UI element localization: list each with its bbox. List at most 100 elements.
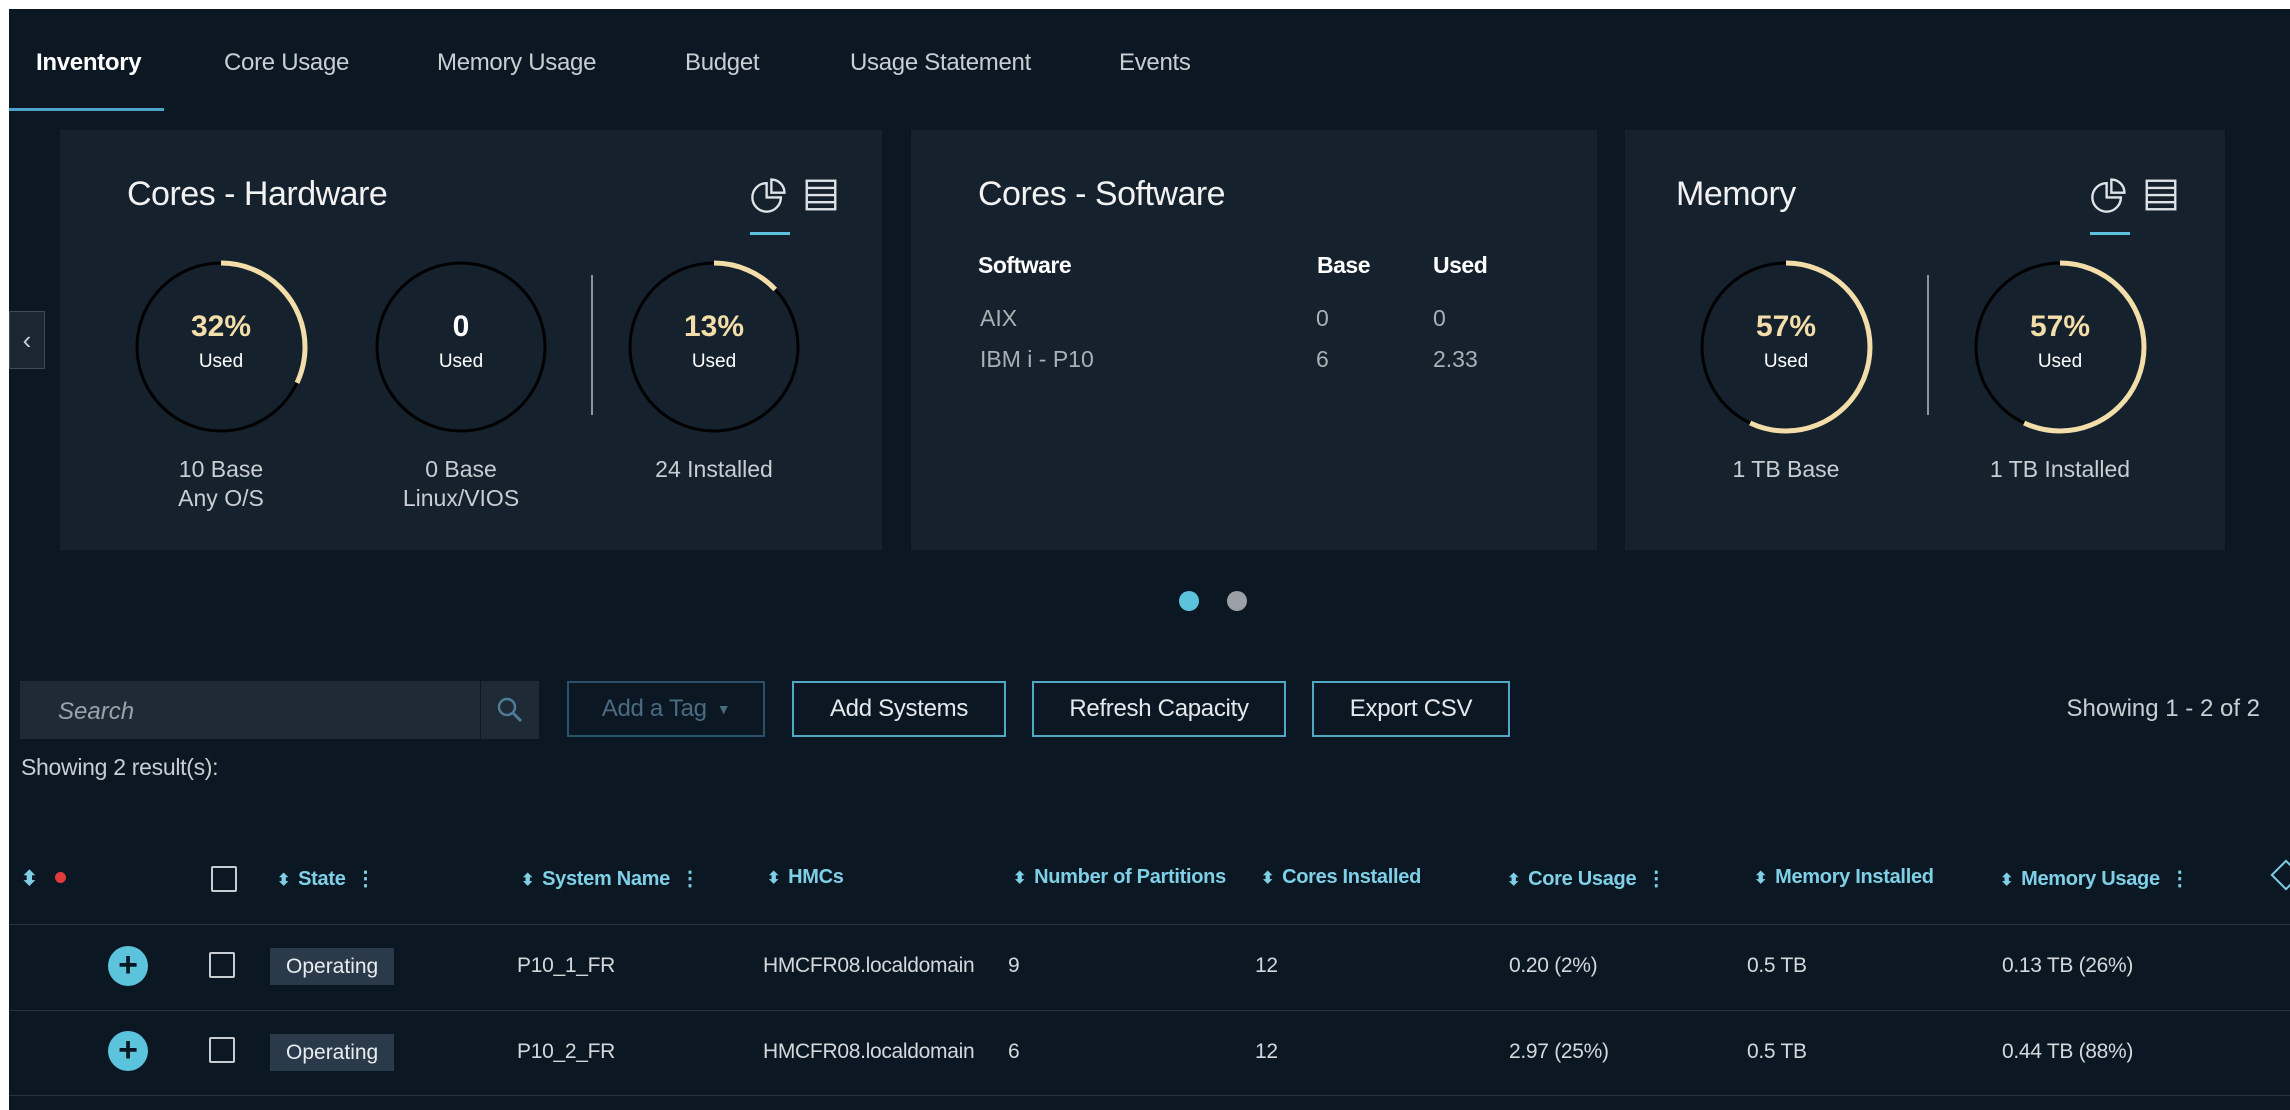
gauge-caption: 1 TB Base <box>1686 455 1886 484</box>
gauge-installed: 13% Used <box>624 257 804 437</box>
refresh-capacity-button[interactable]: Refresh Capacity <box>1032 681 1286 737</box>
header-core-usage[interactable]: ⬍ Core Usage ⋮ <box>1507 866 1666 891</box>
header-label: Memory Usage <box>2021 868 2160 890</box>
pager-dot-1[interactable] <box>1179 591 1199 611</box>
pager-dot-2[interactable] <box>1227 591 1247 611</box>
gauge-caption: 24 Installed <box>614 455 814 484</box>
cell-memory-installed: 0.5 TB <box>1747 954 1807 977</box>
cell-memory-usage: 0.44 TB (88%) <box>2002 1040 2134 1063</box>
gauge-any-os: 32% Used <box>131 257 311 437</box>
expand-row-button[interactable]: + <box>108 946 148 986</box>
carousel-prev-button[interactable]: ‹ <box>9 311 45 369</box>
gauge-linux-vios: 0 Used <box>371 257 551 437</box>
search-button[interactable] <box>481 681 539 739</box>
sort-icon: ⬍ <box>767 870 781 887</box>
kebab-icon[interactable]: ⋮ <box>356 868 376 890</box>
sort-icon: ⬍ <box>1261 870 1275 887</box>
export-csv-button[interactable]: Export CSV <box>1312 681 1510 737</box>
cell-cores-installed: 12 <box>1255 954 1278 977</box>
sort-icon: ⬍ <box>1754 870 1768 887</box>
caption-line: 10 Base <box>178 456 264 482</box>
status-badge: Operating <box>270 948 395 985</box>
gauge-label: Used <box>691 351 737 372</box>
cell-hmcs: HMCFR08.localdomain <box>763 954 975 977</box>
cell-core-usage: 0.20 (2%) <box>1509 954 1598 977</box>
row-checkbox[interactable] <box>209 1037 235 1063</box>
header-label: Number of Partitions <box>1034 866 1226 888</box>
add-systems-button[interactable]: Add Systems <box>792 681 1006 737</box>
memory-card: Memory 57% Used 1 TB Base 57% Used 1 TB … <box>1625 130 2225 550</box>
add-tag-dropdown[interactable]: Add a Tag ▼ <box>567 681 765 737</box>
chevron-left-icon: ‹ <box>22 324 32 355</box>
software-name: AIX <box>980 305 1018 331</box>
gauge-label: Used <box>1763 351 1809 372</box>
tab-usage-statement[interactable]: Usage Statement <box>850 49 1031 77</box>
tab-budget[interactable]: Budget <box>685 49 760 77</box>
cell-system-name[interactable]: P10_1_FR <box>517 954 615 978</box>
cell-memory-usage: 0.13 TB (26%) <box>2002 954 2134 977</box>
software-base: 0 <box>1316 305 1329 331</box>
gauge-memory-base: 57% Used <box>1696 257 1876 437</box>
card-title: Memory <box>1676 175 1796 213</box>
cell-core-usage: 2.97 (25%) <box>1509 1040 1609 1063</box>
header-label: Cores Installed <box>1282 866 1421 888</box>
pagination-summary: Showing 1 - 2 of 2 <box>2066 695 2260 722</box>
software-name: IBM i - P10 <box>980 346 1094 372</box>
table-view-icon[interactable] <box>802 176 842 216</box>
tab-core-usage[interactable]: Core Usage <box>224 49 349 77</box>
gauge-percent: 57% <box>2029 310 2091 343</box>
sort-icon: ⬍ <box>1013 870 1027 887</box>
search-input[interactable]: Search <box>20 681 480 739</box>
header-memory-usage[interactable]: ⬍ Memory Usage ⋮ <box>2000 866 2190 891</box>
card-title: Cores - Software <box>978 175 1226 213</box>
tab-inventory[interactable]: Inventory <box>36 49 142 77</box>
gauge-caption: 10 Base Any O/S <box>121 455 321 513</box>
header-state[interactable]: ⬍ State ⋮ <box>277 866 376 891</box>
kebab-icon[interactable]: ⋮ <box>680 868 700 890</box>
sort-icon: ⬍ <box>2000 872 2014 889</box>
header-hmcs[interactable]: ⬍ HMCs <box>767 866 844 889</box>
tab-memory-usage[interactable]: Memory Usage <box>437 49 596 77</box>
sort-icon: ⬍ <box>277 872 291 889</box>
sort-all-icon[interactable]: ⬍ <box>21 866 38 891</box>
row-divider <box>9 924 2290 925</box>
gauge-memory-installed: 57% Used <box>1970 257 2150 437</box>
caption-line: Any O/S <box>178 485 264 511</box>
cell-memory-installed: 0.5 TB <box>1747 1040 1807 1063</box>
row-checkbox[interactable] <box>209 952 235 978</box>
column-settings-icon[interactable] <box>2270 859 2290 891</box>
cell-system-name[interactable]: P10_2_FR <box>517 1040 615 1064</box>
kebab-icon[interactable]: ⋮ <box>2170 868 2190 890</box>
cell-hmcs: HMCFR08.localdomain <box>763 1040 975 1063</box>
header-system-name[interactable]: ⬍ System Name ⋮ <box>521 866 700 891</box>
caption-line: 1 TB Base <box>1732 456 1840 482</box>
software-used: 0 <box>1433 305 1446 331</box>
select-all-checkbox[interactable] <box>211 866 237 892</box>
gauge-label: Used <box>438 351 484 372</box>
cell-partitions: 9 <box>1008 954 1020 977</box>
expand-row-button[interactable]: + <box>108 1031 148 1071</box>
pie-chart-icon[interactable] <box>2090 176 2130 216</box>
header-cores-installed[interactable]: ⬍ Cores Installed <box>1261 866 1421 889</box>
status-badge: Operating <box>270 1034 395 1071</box>
header-label: State <box>298 868 346 890</box>
app-frame: Inventory Core Usage Memory Usage Budget… <box>9 9 2290 1110</box>
pie-chart-icon[interactable] <box>750 176 790 216</box>
cell-cores-installed: 12 <box>1255 1040 1278 1063</box>
kebab-icon[interactable]: ⋮ <box>1646 868 1666 890</box>
sort-icon: ⬍ <box>521 872 535 889</box>
table-view-icon[interactable] <box>2142 176 2182 216</box>
cores-hardware-card: Cores - Hardware 32% Used 10 Base Any O/… <box>60 130 882 550</box>
tab-events[interactable]: Events <box>1119 49 1191 77</box>
software-used: 2.33 <box>1433 346 1478 372</box>
caption-line: 1 TB Installed <box>1989 456 2131 482</box>
caret-down-icon: ▼ <box>716 701 731 717</box>
gauge-caption: 1 TB Installed <box>1945 455 2175 484</box>
header-label: System Name <box>542 868 670 890</box>
results-count: Showing 2 result(s): <box>21 754 219 780</box>
alert-dot-icon <box>55 872 66 883</box>
gauge-label: Used <box>2037 351 2083 372</box>
cores-software-card: Cores - Software Software Base Used AIX … <box>911 130 1597 550</box>
header-partitions[interactable]: ⬍ Number of Partitions <box>1013 866 1226 889</box>
header-memory-installed[interactable]: ⬍ Memory Installed <box>1754 866 1934 889</box>
